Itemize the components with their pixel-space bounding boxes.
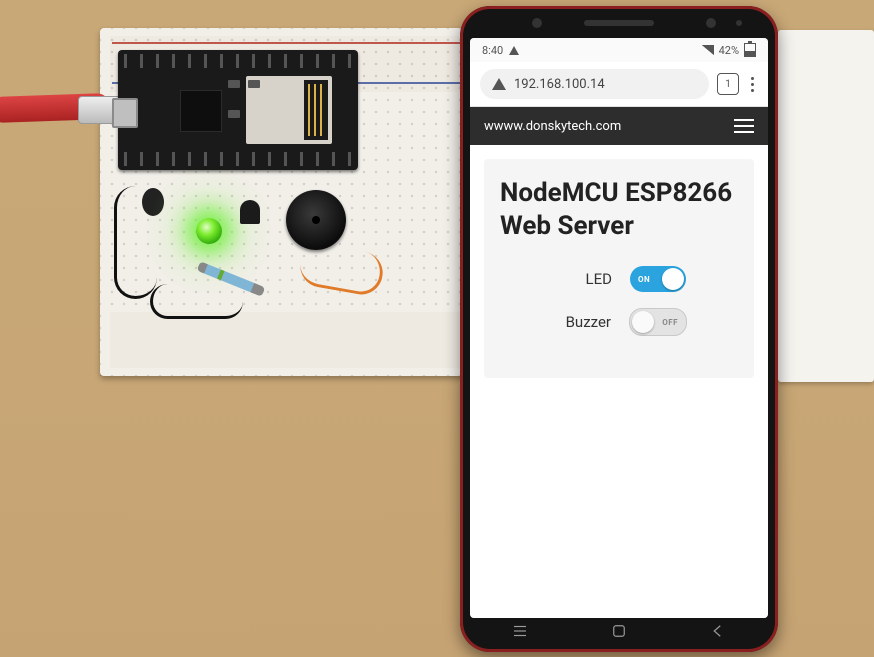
jumper-wire-black <box>150 284 243 319</box>
url-field[interactable]: 192.168.100.14 <box>480 69 709 99</box>
page-content: NodeMCU ESP8266 Web Server LED ON Buzzer… <box>470 145 768 618</box>
jumper-wire-black <box>114 186 157 299</box>
url-text: 192.168.100.14 <box>514 77 605 92</box>
photo-scene: 8:40 42% 192.168.100.14 1 <box>0 0 874 657</box>
led-toggle[interactable]: ON <box>630 266 686 292</box>
battery-icon <box>744 43 756 57</box>
green-led <box>196 218 222 244</box>
smartphone: 8:40 42% 192.168.100.14 1 <box>460 6 778 652</box>
wifi-antenna <box>304 80 328 140</box>
breadboard-secondary <box>778 30 874 382</box>
piezo-buzzer <box>286 190 346 250</box>
battery-pct: 42% <box>719 44 739 57</box>
transistor <box>240 200 260 224</box>
status-time: 8:40 <box>482 44 503 57</box>
front-camera <box>706 18 716 28</box>
toggle-state-text: OFF <box>662 318 678 327</box>
control-label: LED <box>552 270 612 288</box>
hamburger-icon[interactable] <box>734 119 754 133</box>
nodemcu-board <box>118 50 358 170</box>
tab-count: 1 <box>725 79 731 90</box>
browser-url-bar: 192.168.100.14 1 <box>470 62 768 107</box>
recents-button[interactable] <box>511 622 529 644</box>
warning-icon <box>509 46 519 55</box>
control-row-led: LED ON <box>500 266 738 292</box>
phone-speaker <box>584 20 654 26</box>
android-status-bar: 8:40 42% <box>470 38 768 62</box>
back-button[interactable] <box>709 622 727 644</box>
signal-icon <box>702 45 714 55</box>
toggle-state-text: ON <box>638 275 650 284</box>
android-nav-bar <box>470 618 768 648</box>
toggle-knob <box>632 311 654 333</box>
usb-serial-chip <box>180 90 222 132</box>
page-heading: NodeMCU ESP8266 Web Server <box>500 177 738 242</box>
buzzer-toggle[interactable]: OFF <box>629 308 687 336</box>
site-title: wwww.donskytech.com <box>484 119 621 134</box>
control-label: Buzzer <box>551 313 611 331</box>
browser-menu-icon[interactable] <box>747 73 758 96</box>
site-header: wwww.donskytech.com <box>470 107 768 145</box>
control-row-buzzer: Buzzer OFF <box>500 308 738 336</box>
toggle-knob <box>662 268 684 290</box>
home-button[interactable] <box>610 622 628 644</box>
phone-screen: 8:40 42% 192.168.100.14 1 <box>470 38 768 618</box>
tab-switcher[interactable]: 1 <box>717 73 739 95</box>
not-secure-icon <box>492 78 506 90</box>
front-camera <box>532 18 542 28</box>
control-card: NodeMCU ESP8266 Web Server LED ON Buzzer… <box>484 159 754 378</box>
micro-usb-port <box>112 98 138 128</box>
proximity-sensor <box>736 20 742 26</box>
